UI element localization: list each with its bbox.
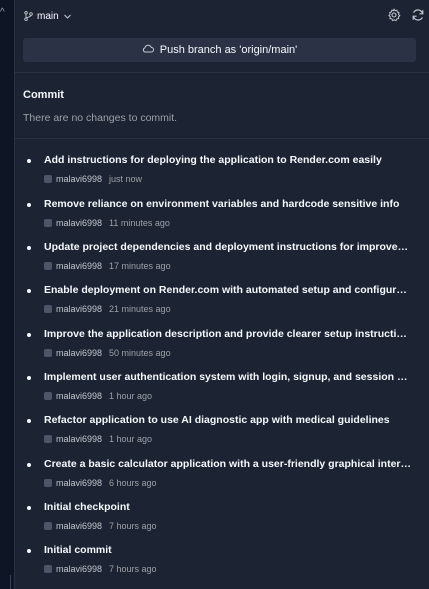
commit-item[interactable]: Update project dependencies and deployme…: [15, 241, 429, 285]
commit-message: Improve the application description and …: [44, 328, 412, 340]
commit-meta: malavi6998 1 hour ago: [44, 434, 152, 444]
commit-meta: malavi6998 7 hours ago: [44, 521, 157, 531]
avatar: [44, 175, 52, 183]
commit-meta: malavi6998 50 minutes ago: [44, 348, 171, 358]
commit-time: 1 hour ago: [109, 434, 153, 444]
commit-time: 7 hours ago: [109, 521, 157, 531]
commit-time: 21 minutes ago: [109, 304, 171, 314]
git-branch-icon: [24, 11, 33, 21]
commit-meta: malavi6998 21 minutes ago: [44, 304, 171, 314]
commit-author: malavi6998: [56, 521, 103, 531]
commit-meta: malavi6998 7 hours ago: [44, 564, 157, 574]
push-branch-button[interactable]: Push branch as 'origin/main': [23, 38, 416, 62]
commit-author: malavi6998: [56, 434, 103, 444]
avatar: [44, 305, 52, 313]
commit-message: Update project dependencies and deployme…: [44, 241, 412, 253]
commit-time: 7 hours ago: [109, 564, 157, 574]
chevron-down-icon: [63, 12, 72, 21]
commit-section-title: Commit: [23, 89, 64, 101]
commit-item[interactable]: Remove reliance on environment variables…: [15, 198, 429, 242]
commit-author: malavi6998: [56, 478, 103, 488]
commit-author: malavi6998: [56, 261, 103, 271]
section-divider: [15, 138, 429, 139]
commit-message: Remove reliance on environment variables…: [44, 198, 400, 210]
commit-author: malavi6998: [56, 348, 103, 358]
git-panel: main Push branch as 'origin/main' Commit…: [14, 0, 429, 589]
left-gutter: ^: [0, 0, 14, 589]
gear-icon[interactable]: [387, 8, 401, 22]
commit-item[interactable]: Initial commit malavi6998 7 hours ago: [15, 544, 429, 588]
commit-author: malavi6998: [56, 564, 103, 574]
branch-label: main: [37, 10, 59, 22]
commit-message: Refactor application to use AI diagnosti…: [44, 414, 390, 426]
toolbar-actions: [387, 8, 425, 22]
commit-time: 11 minutes ago: [109, 218, 170, 228]
avatar: [44, 435, 52, 443]
commit-item[interactable]: Add instructions for deploying the appli…: [15, 154, 429, 198]
commit-item[interactable]: Create a basic calculator application wi…: [15, 458, 429, 502]
commit-item[interactable]: Enable deployment on Render.com with aut…: [15, 284, 429, 328]
bullet-icon: [27, 246, 31, 250]
commit-meta: malavi6998 just now: [44, 174, 142, 184]
bullet-icon: [27, 549, 31, 553]
commit-message: Initial commit: [44, 544, 112, 556]
avatar: [44, 522, 52, 530]
commit-item[interactable]: Implement user authentication system wit…: [15, 371, 429, 415]
commit-author: malavi6998: [56, 218, 103, 228]
section-divider: [15, 72, 429, 73]
bullet-icon: [27, 419, 31, 423]
bullet-icon: [27, 506, 31, 510]
avatar: [44, 565, 52, 573]
avatar: [44, 262, 52, 270]
bullet-icon: [27, 376, 31, 380]
branch-selector[interactable]: main: [24, 7, 72, 25]
commit-author: malavi6998: [56, 174, 103, 184]
commit-message: Enable deployment on Render.com with aut…: [44, 284, 412, 296]
commit-item[interactable]: Initial checkpoint malavi6998 7 hours ag…: [15, 501, 429, 545]
commit-empty-message: There are no changes to commit.: [23, 112, 178, 124]
commit-message: Add instructions for deploying the appli…: [44, 154, 382, 166]
commit-time: 17 minutes ago: [109, 261, 171, 271]
commit-time: 1 hour ago: [109, 391, 153, 401]
bullet-icon: [27, 159, 31, 163]
commit-author: malavi6998: [56, 304, 103, 314]
avatar: [44, 392, 52, 400]
commit-item[interactable]: Improve the application description and …: [15, 328, 429, 372]
gutter-line: [10, 575, 11, 589]
bullet-icon: [27, 203, 31, 207]
commit-meta: malavi6998 17 minutes ago: [44, 261, 171, 271]
bullet-icon: [27, 333, 31, 337]
commit-author: malavi6998: [56, 391, 103, 401]
commit-time: just now: [109, 174, 143, 184]
avatar: [44, 349, 52, 357]
avatar: [44, 479, 52, 487]
cloud-icon: [142, 44, 154, 56]
commit-message: Initial checkpoint: [44, 501, 130, 513]
refresh-icon[interactable]: [411, 8, 425, 22]
commit-item[interactable]: Refactor application to use AI diagnosti…: [15, 414, 429, 458]
avatar: [44, 219, 52, 227]
gutter-caret: ^: [0, 7, 5, 18]
commit-meta: malavi6998 1 hour ago: [44, 391, 152, 401]
commit-message: Implement user authentication system wit…: [44, 371, 412, 383]
bullet-icon: [27, 289, 31, 293]
commit-meta: malavi6998 6 hours ago: [44, 478, 157, 488]
commit-time: 50 minutes ago: [109, 348, 171, 358]
commit-meta: malavi6998 11 minutes ago: [44, 218, 170, 228]
commit-time: 6 hours ago: [109, 478, 157, 488]
bullet-icon: [27, 463, 31, 467]
git-toolbar: main: [15, 0, 429, 31]
push-button-label: Push branch as 'origin/main': [159, 44, 298, 56]
commit-message: Create a basic calculator application wi…: [44, 458, 412, 470]
